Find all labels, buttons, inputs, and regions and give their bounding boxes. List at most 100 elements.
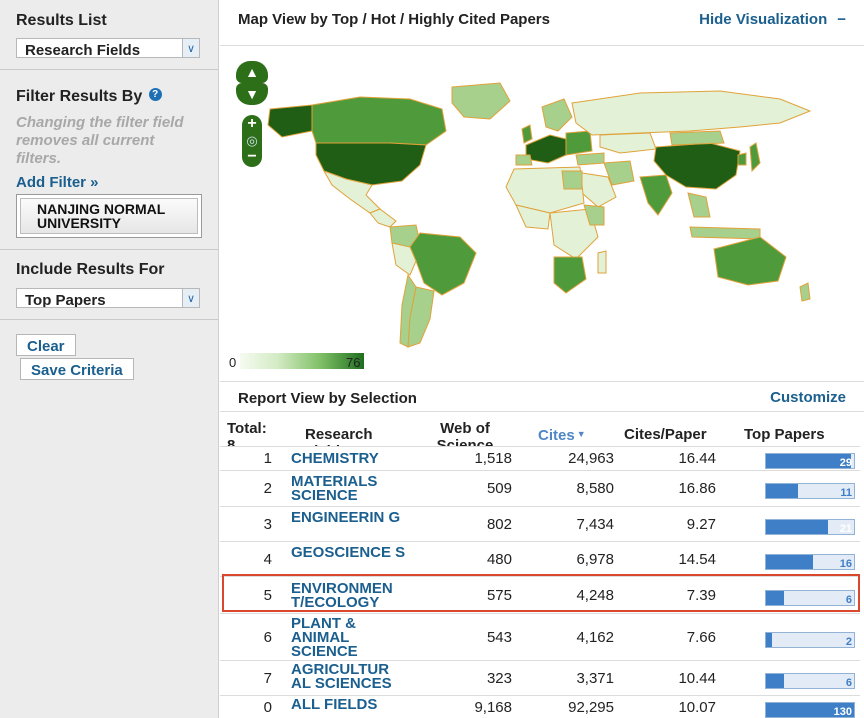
sort-desc-icon: ▼ [576, 429, 586, 439]
country-korea[interactable] [737, 152, 747, 166]
active-filter-label: NANJING NORMAL UNIVERSITY [20, 198, 198, 234]
map-title: Map View by Top / Hot / Highly Cited Pap… [238, 11, 550, 28]
country-new-zealand[interactable] [799, 282, 811, 302]
row-web-of-science: 480 [486, 551, 512, 568]
report-title: Report View by Selection [238, 390, 417, 407]
country-south-africa[interactable] [553, 256, 587, 294]
row-highlight-box [222, 574, 860, 612]
top-papers-bar-fill [766, 633, 772, 647]
row-web-of-science: 323 [486, 670, 512, 687]
country-spain[interactable] [515, 154, 533, 166]
row-rank: 3 [263, 516, 272, 533]
active-filter-chip[interactable]: NANJING NORMAL UNIVERSITY [16, 194, 202, 238]
include-results-select[interactable]: Top Papers ∨ [16, 288, 200, 308]
hide-visualization-link[interactable]: Hide Visualization − [699, 11, 846, 28]
top-papers-bar-fill [766, 454, 852, 468]
help-icon[interactable]: ? [148, 88, 162, 101]
map-header: Map View by Top / Hot / Highly Cited Pap… [220, 0, 864, 46]
include-results-value: Top Papers [25, 292, 106, 308]
top-papers-bar: 2 [765, 632, 855, 648]
country-russia[interactable] [571, 90, 812, 136]
table-row[interactable]: 0 ALL FIELDS 9,168 92,295 10.07 130 [220, 695, 860, 718]
row-web-of-science: 802 [486, 516, 512, 533]
globe-icon[interactable]: ◎ [242, 133, 262, 149]
row-field-link[interactable]: ENGINEERIN G [291, 510, 411, 525]
row-web-of-science: 1,518 [474, 450, 512, 467]
table-row[interactable]: 7 AGRICULTUR AL SCIENCES 323 3,371 10.44 6 [220, 660, 860, 695]
row-field-link[interactable]: PLANT & ANIMAL SCIENCE [291, 616, 411, 659]
top-papers-bar-label: 6 [845, 677, 852, 689]
row-field-link[interactable]: GEOSCIENCE S [291, 545, 411, 560]
top-papers-bar-fill [766, 520, 828, 534]
row-cites-per-paper: 14.54 [678, 551, 716, 568]
col-top-papers[interactable]: Top Papers [744, 426, 844, 446]
country-europe-east[interactable] [565, 130, 593, 156]
row-cites-per-paper: 10.44 [678, 670, 716, 687]
row-web-of-science: 9,168 [474, 699, 512, 716]
map-controls: ▲ ▼ + ◎ − [236, 61, 268, 167]
country-mongolia[interactable] [669, 130, 725, 146]
country-scandinavia[interactable] [541, 98, 573, 132]
row-field-link[interactable]: CHEMISTRY [291, 451, 411, 466]
clear-button[interactable]: Clear [16, 334, 76, 356]
top-papers-bar: 130 [765, 702, 855, 718]
country-uk[interactable] [521, 124, 533, 144]
row-cites: 7,434 [576, 516, 614, 533]
country-greenland[interactable] [451, 82, 511, 120]
country-turkey[interactable] [575, 152, 605, 166]
row-rank: 1 [263, 450, 272, 467]
table-row[interactable]: 4 GEOSCIENCE S 480 6,978 14.54 16 [220, 541, 860, 576]
world-map[interactable]: ▲ ▼ + ◎ − [220, 47, 864, 381]
top-papers-bar: 16 [765, 554, 855, 570]
row-cites-per-paper: 7.66 [686, 629, 716, 646]
chevron-down-icon[interactable]: ∨ [182, 289, 199, 307]
country-australia[interactable] [713, 236, 787, 286]
pan-down-icon[interactable]: ▼ [236, 83, 268, 105]
save-criteria-button[interactable]: Save Criteria [20, 358, 134, 380]
country-kazakhstan[interactable] [599, 132, 657, 154]
country-brazil[interactable] [409, 232, 477, 296]
row-web-of-science: 543 [486, 629, 512, 646]
add-filter-link[interactable]: Add Filter » [16, 174, 202, 191]
col-cites-per-paper[interactable]: Cites/Paper [624, 426, 724, 446]
top-papers-bar-label: 21 [839, 523, 852, 535]
results-list-section: Results List Research Fields ∨ [0, 0, 218, 70]
table-row[interactable]: 2 MATERIALS SCIENCE 509 8,580 16.86 11 [220, 470, 860, 506]
country-india[interactable] [639, 174, 673, 216]
col-research-fields[interactable]: Research Fields [305, 426, 385, 446]
country-canada[interactable] [311, 96, 447, 146]
row-cites: 6,978 [576, 551, 614, 568]
table-row[interactable]: 3 ENGINEERIN G 802 7,434 9.27 21 [220, 506, 860, 541]
zoom-out-icon[interactable]: − [242, 149, 262, 167]
top-papers-bar-label: 16 [839, 558, 852, 570]
top-papers-bar: 29 [765, 453, 855, 469]
row-cites-per-paper: 10.07 [678, 699, 716, 716]
table-row[interactable]: 1 CHEMISTRY 1,518 24,963 16.44 29 [220, 446, 860, 470]
row-rank: 2 [263, 480, 272, 497]
country-madagascar[interactable] [597, 250, 607, 274]
top-papers-bar-fill [766, 555, 813, 569]
zoom-in-icon[interactable]: + [242, 115, 262, 133]
country-japan[interactable] [749, 142, 761, 173]
table-row[interactable]: 6 PLANT & ANIMAL SCIENCE 543 4,162 7.66 2 [220, 613, 860, 660]
pan-up-icon[interactable]: ▲ [236, 61, 268, 83]
row-cites: 8,580 [576, 480, 614, 497]
row-field-link[interactable]: AGRICULTUR AL SCIENCES [291, 662, 411, 691]
country-indonesia[interactable] [689, 226, 761, 240]
results-list-select[interactable]: Research Fields ∨ [16, 38, 200, 58]
country-southeast-asia[interactable] [687, 192, 711, 218]
customize-link[interactable]: Customize [770, 389, 846, 406]
row-cites: 24,963 [568, 450, 614, 467]
results-list-value: Research Fields [25, 42, 141, 58]
col-total: Total: 8 [227, 420, 267, 446]
country-egypt[interactable] [561, 170, 583, 190]
row-field-link[interactable]: MATERIALS SCIENCE [291, 474, 411, 503]
filter-results-heading: Filter Results By ? [16, 88, 202, 106]
row-field-link[interactable]: ALL FIELDS [291, 697, 411, 712]
hide-visualization-label: Hide Visualization [699, 11, 828, 28]
chevron-down-icon[interactable]: ∨ [182, 39, 199, 57]
col-web-of-science[interactable]: Web of Science [430, 420, 500, 446]
col-cites[interactable]: Cites ▼ [538, 426, 608, 446]
country-alaska[interactable] [267, 104, 313, 138]
country-central-america[interactable] [369, 208, 397, 228]
